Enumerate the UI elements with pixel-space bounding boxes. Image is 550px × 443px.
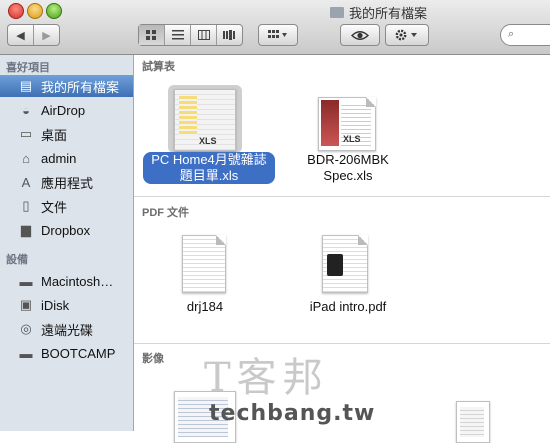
page-fold: [366, 97, 376, 107]
section-header-spreadsheets: 試算表: [142, 61, 175, 73]
section-header-images: 影像: [142, 353, 164, 365]
sidebar-item-airdrop[interactable]: ◒ AirDrop: [0, 99, 133, 121]
sidebar-item-documents[interactable]: ▯ 文件: [0, 195, 133, 217]
file-name[interactable]: iPad intro.pdf: [286, 299, 410, 315]
file-name-line2: Spec.xls: [323, 168, 373, 183]
sidebar-item-label: AirDrop: [41, 102, 86, 118]
sidebar: 喜好項目 ▤ 我的所有檔案 ◒ AirDrop ▭ 桌面 ⌂ admin A 應…: [0, 55, 134, 431]
ipad-preview-icon: [327, 254, 343, 276]
favorites-header: 喜好項目: [6, 62, 50, 74]
sidebar-item-label: BOOTCAMP: [41, 345, 116, 361]
documents-icon: ▯: [22, 198, 30, 213]
eye-icon: [351, 30, 369, 40]
sidebar-item-label: iDisk: [41, 297, 70, 313]
file-name-line1: BDR-206MBK: [307, 152, 389, 167]
coverflow-icon: [222, 30, 235, 40]
window-toolbar: 我的所有檔案 ◀ ▶ ⌕: [0, 0, 550, 55]
file-thumbnail-pdf[interactable]: [182, 235, 226, 293]
column-view-button[interactable]: [191, 25, 217, 45]
sidebar-item-applications[interactable]: A 應用程式: [0, 171, 133, 193]
view-mode-control: [138, 24, 243, 46]
remote-disc-icon: ◎: [20, 321, 32, 336]
sidebar-item-all-my-files[interactable]: ▤ 我的所有檔案: [0, 75, 133, 97]
forward-button[interactable]: ▶: [34, 25, 59, 45]
devices-header: 設備: [6, 254, 28, 266]
sidebar-item-home[interactable]: ⌂ admin: [0, 147, 133, 169]
file-name[interactable]: drj184: [143, 299, 267, 315]
minimize-window-button[interactable]: [27, 3, 43, 19]
action-menu-button[interactable]: [385, 24, 429, 46]
home-icon: ⌂: [22, 150, 30, 166]
idisk-icon: ▣: [19, 297, 33, 312]
image-thumbnail[interactable]: [456, 401, 490, 443]
file-name-line1: iPad intro.pdf: [309, 299, 387, 314]
folder-icon: [330, 7, 344, 18]
back-arrow-icon: ◀: [16, 29, 25, 42]
list-view-button[interactable]: [165, 25, 191, 45]
search-icon: ⌕: [508, 28, 515, 40]
sidebar-item-label: Macintosh…: [41, 273, 114, 289]
section-divider: [134, 343, 550, 344]
file-thumbnail-xls[interactable]: XLS: [318, 97, 376, 151]
window-title-text: 我的所有檔案: [349, 6, 428, 21]
spreadsheet-preview: [179, 96, 197, 136]
file-name-line1: drj184: [186, 299, 224, 314]
hard-drive-icon: ▬: [19, 345, 33, 361]
airdrop-icon: ◒: [22, 102, 30, 118]
spreadsheet-preview: [321, 100, 339, 146]
sidebar-item-label: admin: [41, 150, 77, 166]
close-window-button[interactable]: [8, 3, 24, 19]
file-thumbnail-xls[interactable]: XLS: [174, 89, 236, 151]
zoom-window-button[interactable]: [46, 3, 62, 19]
sidebar-item-desktop[interactable]: ▭ 桌面: [0, 123, 133, 145]
page-fold: [216, 235, 226, 245]
back-button[interactable]: ◀: [8, 25, 34, 45]
sidebar-item-label: 文件: [41, 199, 68, 215]
file-name-line1: PC Home4月號雜誌: [151, 152, 267, 167]
quicklook-button[interactable]: [340, 24, 380, 46]
sidebar-item-label: Dropbox: [41, 222, 91, 238]
coverflow-view-button[interactable]: [217, 25, 242, 45]
watermark-logo: T客邦: [204, 355, 329, 401]
sidebar-item-idisk[interactable]: ▣ iDisk: [0, 294, 133, 316]
window-title: 我的所有檔案: [330, 3, 427, 22]
search-field[interactable]: ⌕: [500, 24, 550, 46]
page-fold: [358, 235, 368, 245]
sidebar-item-label: 我的所有檔案: [41, 79, 120, 95]
forward-arrow-icon: ▶: [42, 29, 51, 42]
back-forward-control: ◀ ▶: [7, 24, 60, 46]
list-icon: [171, 30, 184, 40]
applications-icon: A: [21, 174, 31, 190]
all-files-icon: ▤: [19, 78, 33, 93]
file-name-selected[interactable]: PC Home4月號雜誌 題目單.xls: [143, 152, 275, 184]
file-name[interactable]: BDR-206MBK Spec.xls: [286, 152, 410, 184]
sidebar-item-macintosh-hd[interactable]: ▬ Macintosh…: [0, 270, 133, 292]
sidebar-item-label: 桌面: [41, 127, 68, 143]
file-thumbnail-pdf[interactable]: [322, 235, 368, 293]
file-name-line2: 題目單.xls: [179, 168, 239, 183]
arrange-menu-button[interactable]: [258, 24, 298, 46]
xls-badge: XLS: [343, 134, 361, 144]
arrange-grid-icon: [268, 30, 287, 38]
gear-icon: [395, 29, 417, 41]
section-header-pdf: PDF 文件: [142, 207, 190, 219]
xls-badge: XLS: [199, 136, 217, 146]
file-browser: 試算表 XLS PC Home4月號雜誌 題目單.xls XLS BDR-206…: [134, 55, 550, 443]
sidebar-item-remote-disc[interactable]: ◎ 遠端光碟: [0, 318, 133, 340]
hard-drive-icon: ▬: [19, 273, 33, 289]
sidebar-item-label: 應用程式: [41, 175, 94, 191]
columns-icon: [197, 30, 210, 40]
desktop-icon: ▭: [19, 126, 33, 141]
sidebar-item-label: 遠端光碟: [41, 322, 94, 338]
folder-icon: ▆: [21, 222, 31, 237]
image-preview: [460, 407, 484, 437]
grid-icon: [146, 29, 156, 40]
sidebar-item-dropbox[interactable]: ▆ Dropbox: [0, 219, 133, 241]
sidebar-item-bootcamp[interactable]: ▬ BOOTCAMP: [0, 342, 133, 364]
icon-view-button[interactable]: [139, 25, 165, 45]
watermark-text: techbang.tw: [209, 401, 376, 426]
section-divider: [134, 196, 550, 197]
